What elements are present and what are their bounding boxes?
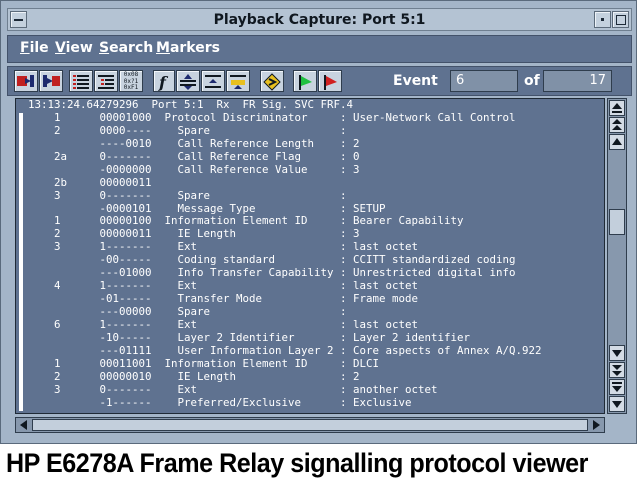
decode-text[interactable]: 13:13:24.64279296 Port 5:1 Rx FR Sig. SV…	[28, 99, 542, 410]
hex-view-button[interactable]: 0x08 0x?1 0xF1	[119, 70, 143, 92]
decode-line[interactable]: 2b 00000011	[28, 176, 542, 190]
expand-icon	[180, 74, 196, 90]
scroll-bottom-icon	[612, 382, 622, 392]
arrow-down-icon	[612, 401, 622, 408]
filter-icon: f	[158, 73, 169, 91]
caption-text: HP E6278A Frame Relay signalling protoco…	[6, 448, 588, 478]
green-flag-icon	[299, 75, 312, 90]
line-down-end-button[interactable]	[609, 396, 625, 412]
maximize-button[interactable]	[612, 11, 629, 28]
decode-line[interactable]: 3 0------- Ext : another octet	[28, 383, 542, 397]
caption-banner: HP E6278A Frame Relay signalling protoco…	[0, 446, 637, 485]
scroll-top-button[interactable]	[609, 100, 625, 116]
decode-line[interactable]: 3 0------- Spare :	[28, 189, 542, 203]
title-bar[interactable]: Playback Capture: Port 5:1	[7, 8, 632, 31]
decode-line[interactable]: 2 0000---- Spare :	[28, 124, 542, 138]
collapse-button[interactable]	[201, 70, 225, 92]
detail-list-button[interactable]	[94, 70, 118, 92]
import-icon	[17, 75, 34, 87]
trigger-button[interactable]	[226, 70, 250, 92]
toolbar: 0x08 0x?1 0xF1 f Event 6 of 17	[7, 66, 632, 96]
red-flag-icon	[324, 75, 337, 90]
scroll-button[interactable]	[260, 70, 284, 92]
page-down-button[interactable]	[609, 362, 625, 378]
total-events-field: 17	[543, 70, 612, 92]
line-up-icon	[612, 138, 622, 145]
page-up-icon	[612, 119, 622, 130]
decode-line[interactable]: ---01111 User Information Layer 2 : Core…	[28, 344, 542, 358]
vertical-scrollbar[interactable]	[607, 98, 627, 414]
decode-line[interactable]: -10----- Layer 2 Identifier : Layer 2 id…	[28, 331, 542, 345]
expand-button[interactable]	[176, 70, 200, 92]
decode-line[interactable]: -0000000 Call Reference Value : 3	[28, 163, 542, 177]
decode-line[interactable]: ---00000 Spare :	[28, 305, 542, 319]
scroll-left-icon[interactable]	[17, 418, 31, 432]
decode-panel[interactable]: 13:13:24.64279296 Port 5:1 Rx FR Sig. SV…	[15, 98, 605, 414]
page-up-button[interactable]	[609, 117, 625, 133]
page-down-icon	[612, 365, 622, 376]
detail-list-icon	[98, 75, 114, 89]
summary-list-button[interactable]	[69, 70, 93, 92]
scroll-icon	[263, 73, 281, 91]
trigger-icon	[230, 75, 246, 89]
selection-gutter	[19, 113, 23, 411]
line-up-button[interactable]	[609, 134, 625, 150]
decode-line[interactable]: -1------ Preferred/Exclusive : Exclusive	[28, 396, 542, 410]
green-flag-button[interactable]	[293, 70, 317, 92]
menu-search[interactable]: Search	[99, 40, 153, 56]
menu-file[interactable]: File	[20, 40, 49, 56]
event-label: Event	[393, 73, 438, 89]
menu-view[interactable]: View	[55, 40, 93, 56]
minimize-icon	[601, 18, 604, 21]
line-down-button[interactable]	[609, 345, 625, 361]
vertical-scroll-thumb[interactable]	[609, 209, 625, 235]
playback-capture-window: Playback Capture: Port 5:1 File View Sea…	[0, 0, 637, 444]
filter-button[interactable]: f	[153, 70, 175, 92]
summary-list-icon	[73, 75, 89, 89]
import-button[interactable]	[14, 70, 38, 92]
line-down-icon	[612, 350, 622, 357]
menu-bar: File View Search Markers	[7, 35, 632, 63]
red-flag-button[interactable]	[318, 70, 342, 92]
decode-line[interactable]: ----0010 Call Reference Length : 2	[28, 137, 542, 151]
maximize-icon	[616, 15, 626, 25]
window-title: Playback Capture: Port 5:1	[213, 12, 426, 28]
export-icon	[43, 75, 60, 87]
svg-text:f: f	[158, 73, 169, 91]
decode-line[interactable]: 2 00000010 IE Length : 2	[28, 370, 542, 384]
hex-view-icon: 0x08 0x?1 0xF1	[123, 71, 139, 91]
event-number-field[interactable]: 6	[450, 70, 518, 92]
decode-line[interactable]: 1 00011001 Information Element ID : DLCI	[28, 357, 542, 371]
scroll-top-icon	[612, 103, 622, 113]
decode-line[interactable]: 2a 0------- Call Reference Flag : 0	[28, 150, 542, 164]
horizontal-scroll-thumb[interactable]	[32, 419, 588, 431]
scroll-bottom-button[interactable]	[609, 379, 625, 395]
minimize-button[interactable]	[594, 11, 611, 28]
horizontal-scrollbar[interactable]	[15, 417, 605, 433]
collapse-icon	[205, 75, 221, 88]
frame-header-line[interactable]: 13:13:24.64279296 Port 5:1 Rx FR Sig. SV…	[28, 99, 542, 112]
export-button[interactable]	[39, 70, 63, 92]
decode-line[interactable]: 6 1------- Ext : last octet	[28, 318, 542, 332]
decode-line[interactable]: 1 00001000 Protocol Discriminator : User…	[28, 111, 542, 125]
scroll-right-icon[interactable]	[589, 418, 603, 432]
menu-markers[interactable]: Markers	[156, 40, 220, 56]
of-label: of	[524, 73, 540, 89]
